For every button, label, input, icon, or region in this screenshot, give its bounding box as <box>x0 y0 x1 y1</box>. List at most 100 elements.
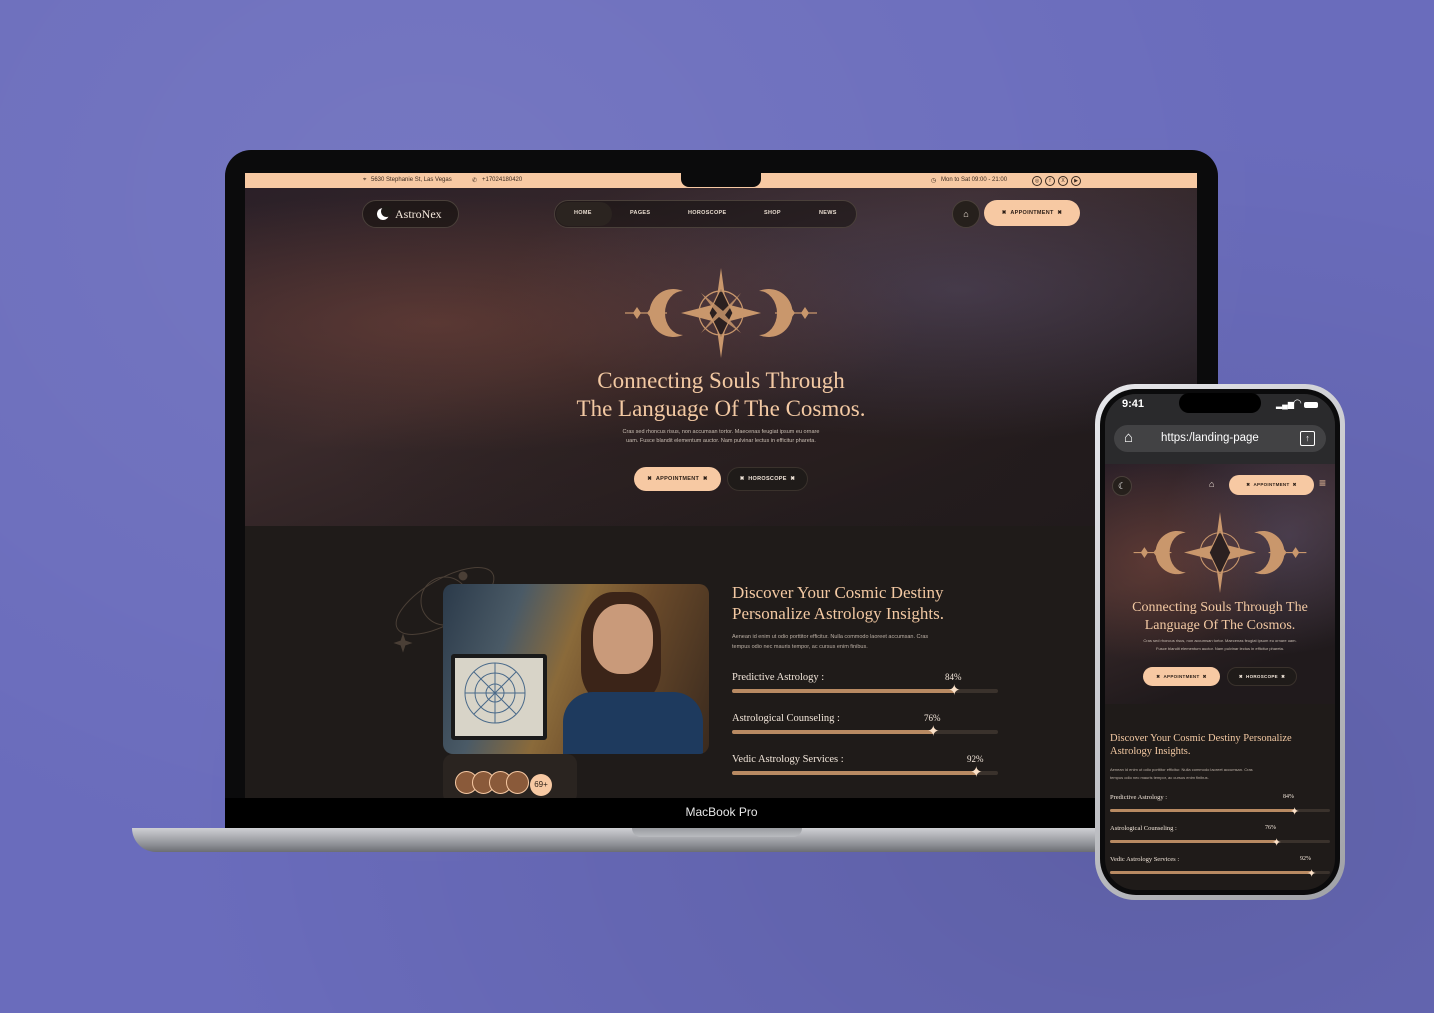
skill-progress-track <box>732 730 998 734</box>
sparkle-icon: ✖ <box>1292 482 1297 487</box>
nav-item-pages[interactable]: PAGES <box>630 210 650 216</box>
celestial-emblem-icon <box>1133 512 1307 594</box>
skill-progress-track <box>732 771 998 775</box>
progress-star-icon: ✦ <box>927 723 940 740</box>
phone-hero-subtitle-line-2: Fusce blandit elementum auctor. Nam pulv… <box>1156 646 1284 651</box>
clock-icon: ◷ <box>931 178 937 184</box>
zodiac-wheel-icon <box>464 662 526 724</box>
hero-appointment-button[interactable]: ✖ APPOINTMENT ✖ <box>634 467 721 491</box>
url-bar[interactable]: ⌂ https:/landing-page ↑ <box>1114 425 1326 452</box>
phone-skill-progress-fill <box>1110 840 1277 843</box>
person-face <box>593 604 653 674</box>
instagram-icon[interactable]: ◎ <box>1032 176 1042 186</box>
x-icon[interactable]: X <box>1058 176 1068 186</box>
phone-hero-appointment-label: APPOINTMENT <box>1163 674 1200 679</box>
about-section: 69+ Discover Your Cosmic Destiny Persona… <box>245 526 1197 798</box>
avatar <box>506 771 529 794</box>
progress-star-icon: ✦ <box>1290 806 1300 818</box>
astrologer-photo <box>443 584 709 754</box>
phone-skill-progress-fill <box>1110 809 1295 812</box>
skill-value: 84% <box>945 672 962 682</box>
about-title-line-2: Personalize Astrology Insights. <box>732 604 945 623</box>
facebook-icon[interactable]: f <box>1045 176 1055 186</box>
camera-notch <box>681 172 761 187</box>
main-nav: HOME PAGES HOROSCOPE SHOP NEWS <box>554 200 857 228</box>
phone-about-title-line-2: Astrology Insights. <box>1110 746 1191 757</box>
phone-hero-appointment-button[interactable]: ✖ APPOINTMENT ✖ <box>1143 667 1220 686</box>
phone-about-paragraph-line-2: tempus odio nec mauris tempor, ac cursus… <box>1110 775 1209 780</box>
menu-icon[interactable]: ≡ <box>1319 476 1326 490</box>
phone-skill-value: 92% <box>1300 856 1311 862</box>
laptop-screen: ⌖ 5630 Stephanie St, Las Vegas ✆ +170241… <box>245 173 1197 798</box>
phone-hero-title-line-1: Connecting Souls Through The <box>1132 600 1308 615</box>
url-text: https:/landing-page <box>1161 432 1259 444</box>
skill-label: Predictive Astrology : <box>732 672 825 683</box>
skill-progress-fill <box>732 730 934 734</box>
nav-item-news[interactable]: NEWS <box>819 210 837 216</box>
sparkle-icon: ✖ <box>1057 210 1063 216</box>
sparkle-icon: ✖ <box>1001 210 1007 216</box>
sparkle-icon: ✖ <box>1281 674 1286 679</box>
phone-skill-value: 84% <box>1283 794 1294 800</box>
phone-header-appointment-button[interactable]: ✖ APPOINTMENT ✖ <box>1229 475 1314 495</box>
hero-horoscope-button[interactable]: ✖ HOROSCOPE ✖ <box>727 467 808 491</box>
dynamic-island <box>1179 393 1261 413</box>
avatar-count-badge: 69+ <box>530 774 552 796</box>
phone-hero-horoscope-label: HOROSCOPE <box>1246 674 1278 679</box>
phone-hero-horoscope-button[interactable]: ✖ HOROSCOPE ✖ <box>1227 667 1297 686</box>
header-appointment-button[interactable]: ✖ APPOINTMENT ✖ <box>984 200 1080 226</box>
status-time: 9:41 <box>1122 398 1145 410</box>
skill-value: 92% <box>967 754 984 764</box>
phone-hero-section: ☾ ⌂ ✖ APPOINTMENT ✖ ≡ Connecting Souls T… <box>1105 464 1335 704</box>
sparkle-icon: ✖ <box>1246 482 1251 487</box>
laptop-chin: MacBook Pro <box>225 798 1218 830</box>
shopping-bag-icon[interactable]: ⌂ <box>1209 479 1214 489</box>
sparkle-icon: ✖ <box>790 476 796 482</box>
nav-item-shop[interactable]: SHOP <box>764 210 781 216</box>
nav-item-home[interactable]: HOME <box>574 210 592 216</box>
phone-skill-label: Vedic Astrology Services : <box>1110 856 1180 863</box>
progress-star-icon: ✦ <box>1272 837 1282 849</box>
hero-section: AstroNex HOME PAGES HOROSCOPE SHOP NEWS … <box>245 188 1197 526</box>
hero-subtitle-line-1: Cras sed rhoncus risus, non accumsan tor… <box>622 429 820 435</box>
sparkle-icon: ✖ <box>1156 674 1161 679</box>
skill-value: 76% <box>924 713 941 723</box>
youtube-icon[interactable]: ▶ <box>1071 176 1081 186</box>
hero-appointment-label: APPOINTMENT <box>655 476 700 482</box>
sparkle-icon: ✖ <box>702 476 708 482</box>
cart-button[interactable]: ⌂ <box>952 200 980 228</box>
hero-subtitle-line-2: uam. Fusce blandit elementum auctor. Nam… <box>626 438 816 444</box>
signal-icon: ▂▄▆ <box>1276 400 1294 409</box>
person-body <box>563 692 703 754</box>
phone-hero-title-line-2: Language Of The Cosmos. <box>1144 618 1296 633</box>
share-icon[interactable]: ↑ <box>1300 431 1315 446</box>
hero-title-line-1: Connecting Souls Through <box>597 368 845 393</box>
brand-name: AstroNex <box>395 207 442 221</box>
hero-title-line-2: The Language Of The Cosmos. <box>576 396 866 421</box>
progress-star-icon: ✦ <box>948 682 961 699</box>
location-icon: ⌖ <box>363 177 367 183</box>
skill-progress-fill <box>732 771 977 775</box>
about-title-line-1: Discover Your Cosmic Destiny <box>732 583 944 602</box>
shopping-bag-icon: ⌂ <box>963 209 969 219</box>
hours-text: Mon to Sat 09:00 - 21:00 <box>941 177 1008 183</box>
brand-logo[interactable]: AstroNex <box>362 200 459 228</box>
phone-icon: ✆ <box>472 178 478 184</box>
nav-item-horoscope[interactable]: HOROSCOPE <box>688 210 726 216</box>
phone-skill-value: 76% <box>1265 825 1276 831</box>
phone-about-title-line-1: Discover Your Cosmic Destiny Personalize <box>1110 733 1292 744</box>
moon-logo-icon[interactable]: ☾ <box>1112 476 1132 496</box>
progress-star-icon: ✦ <box>970 764 983 781</box>
wifi-icon: ◠ <box>1293 398 1302 409</box>
phone-text[interactable]: +17024180420 <box>482 177 522 183</box>
progress-star-icon: ✦ <box>1307 868 1317 880</box>
skill-progress-fill <box>732 689 955 693</box>
address-text: 5630 Stephanie St, Las Vegas <box>371 177 452 183</box>
phone-skill-progress-track <box>1110 871 1330 874</box>
home-icon[interactable]: ⌂ <box>1124 429 1133 446</box>
skill-label: Vedic Astrology Services : <box>732 754 844 765</box>
about-paragraph-line-1: Aenean id enim ut odio porttitor efficit… <box>732 634 929 640</box>
laptop-groove <box>632 828 802 837</box>
skill-label: Astrological Counseling : <box>732 713 840 724</box>
sparkle-icon: ✖ <box>739 476 745 482</box>
